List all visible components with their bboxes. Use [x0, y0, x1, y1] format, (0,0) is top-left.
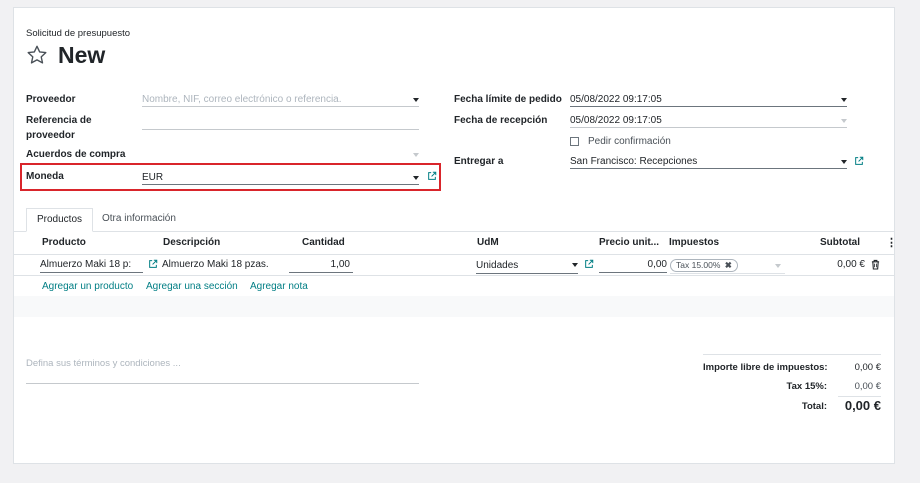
- deliver-to-field[interactable]: San Francisco: Recepciones: [570, 155, 847, 169]
- row-description-field[interactable]: Almuerzo Maki 18 pzas.: [162, 257, 282, 273]
- vendor-placeholder: Nombre, NIF, correo electrónico o refere…: [142, 94, 342, 105]
- ask-confirmation-label[interactable]: Pedir confirmación: [588, 136, 671, 148]
- tax-label: Tax 15%:: [786, 381, 827, 392]
- tab-productos[interactable]: Productos: [26, 208, 94, 232]
- chevron-down-icon: [413, 153, 419, 157]
- receipt-date-value: 05/08/2022 09:17:05: [570, 115, 662, 126]
- row-description-value: Almuerzo Maki 18 pzas.: [162, 259, 269, 270]
- row-uom-value: Unidades: [476, 260, 519, 271]
- agreement-field[interactable]: [142, 148, 419, 162]
- total-value: 0,00 €: [844, 398, 881, 413]
- row-subtotal: 0,00 €: [837, 259, 865, 270]
- row-unit-price-field[interactable]: 0,00: [599, 257, 667, 273]
- chevron-down-icon[interactable]: [841, 160, 847, 164]
- order-deadline-label: Fecha límite de pedido: [454, 94, 562, 105]
- deliver-to-value: San Francisco: Recepciones: [570, 156, 698, 167]
- currency-value: EUR: [142, 172, 164, 183]
- currency-label: Moneda: [26, 171, 64, 182]
- row-product-value: Almuerzo Maki 18 p:: [40, 259, 132, 270]
- col-header-product[interactable]: Producto: [42, 237, 86, 249]
- col-header-quantity[interactable]: Cantidad: [302, 237, 345, 249]
- chevron-down-icon[interactable]: [841, 98, 847, 102]
- trash-icon[interactable]: [871, 259, 880, 270]
- row-quantity-field[interactable]: 1,00: [289, 257, 353, 273]
- row-unit-price-value: 0,00: [647, 259, 667, 270]
- chevron-down-icon[interactable]: [841, 119, 847, 123]
- external-link-icon[interactable]: [854, 156, 864, 166]
- tax-value: 0,00 €: [854, 381, 881, 392]
- vendor-ref-label: Referencia de proveedor: [26, 115, 92, 141]
- col-header-taxes[interactable]: Impuestos: [669, 237, 719, 249]
- tax-tag-label: Tax 15.00%: [676, 260, 721, 270]
- terms-input[interactable]: Defina sus términos y condiciones ...: [26, 358, 419, 384]
- col-header-uom[interactable]: UdM: [477, 237, 499, 249]
- order-deadline-field[interactable]: 05/08/2022 09:17:05: [570, 93, 847, 107]
- order-deadline-value: 05/08/2022 09:17:05: [570, 94, 662, 105]
- row-quantity-value: 1,00: [330, 259, 350, 270]
- tab-otra-informacion[interactable]: Otra información: [92, 208, 186, 232]
- add-product-link[interactable]: Agregar un producto: [42, 281, 133, 293]
- total-divider: [838, 396, 881, 397]
- empty-row-band: [14, 296, 894, 317]
- favorite-star-icon[interactable]: [26, 44, 48, 66]
- external-link-icon[interactable]: [427, 171, 437, 181]
- notebook-tabs: Productos Otra información: [13, 208, 895, 232]
- col-header-unit-price[interactable]: Precio unit...: [599, 237, 659, 249]
- taxes-field-line[interactable]: [670, 273, 785, 274]
- external-link-icon[interactable]: [584, 259, 594, 269]
- form-sheet: [13, 7, 895, 464]
- col-header-subtotal[interactable]: Subtotal: [820, 237, 860, 249]
- totals-divider: [703, 354, 881, 355]
- chevron-down-icon[interactable]: [572, 263, 578, 267]
- ask-confirmation-checkbox[interactable]: [570, 137, 579, 146]
- vendor-field[interactable]: Nombre, NIF, correo electrónico o refere…: [142, 93, 419, 107]
- row-uom-field[interactable]: Unidades: [476, 258, 578, 274]
- receipt-date-label: Fecha de recepción: [454, 115, 548, 126]
- optional-columns-icon[interactable]: ⋮: [886, 237, 897, 249]
- tax-tag[interactable]: Tax 15.00% ✖: [670, 259, 738, 272]
- add-section-link[interactable]: Agregar una sección: [146, 281, 238, 293]
- chevron-down-icon[interactable]: [413, 98, 419, 102]
- add-note-link[interactable]: Agregar nota: [250, 281, 308, 293]
- chevron-down-icon[interactable]: [775, 264, 781, 268]
- total-label: Total:: [801, 401, 827, 412]
- external-link-icon[interactable]: [148, 259, 158, 269]
- page-title: New: [58, 42, 106, 68]
- row-product-field[interactable]: Almuerzo Maki 18 p:: [40, 257, 143, 273]
- receipt-date-field[interactable]: 05/08/2022 09:17:05: [570, 114, 847, 128]
- currency-field[interactable]: EUR: [142, 171, 419, 185]
- untaxed-value: 0,00 €: [854, 362, 881, 373]
- deliver-to-label: Entregar a: [454, 156, 504, 167]
- agreement-label: Acuerdos de compra: [26, 149, 126, 160]
- vendor-ref-field[interactable]: [142, 116, 419, 130]
- chevron-down-icon[interactable]: [413, 176, 419, 180]
- vendor-label: Proveedor: [26, 94, 76, 105]
- untaxed-label: Importe libre de impuestos:: [703, 362, 828, 373]
- col-header-description[interactable]: Descripción: [163, 237, 220, 249]
- breadcrumb[interactable]: Solicitud de presupuesto: [26, 28, 130, 40]
- remove-tag-icon[interactable]: ✖: [725, 260, 732, 270]
